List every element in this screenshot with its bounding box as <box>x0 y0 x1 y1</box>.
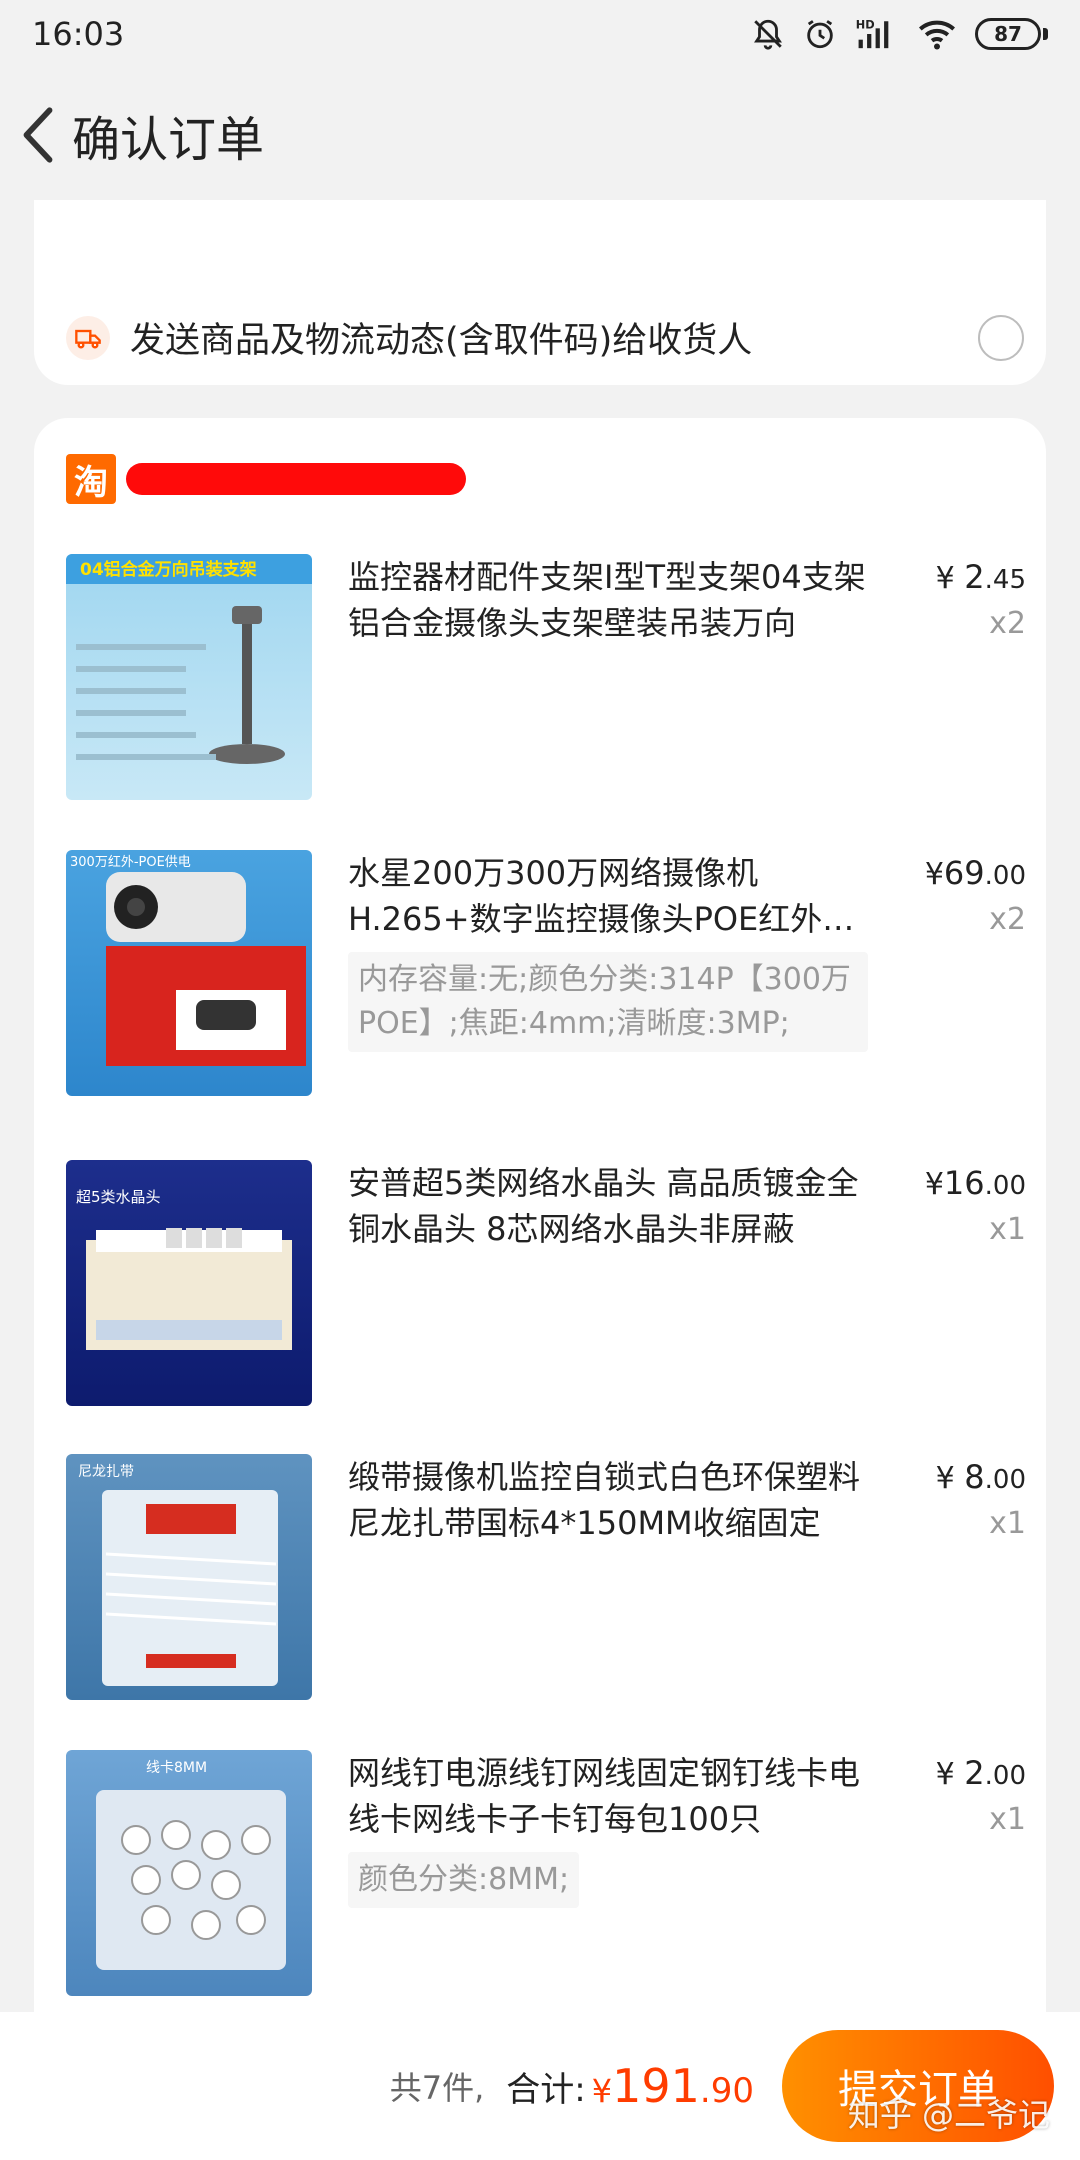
cable-tie-image-icon: 尼龙扎带 <box>78 1464 278 1686</box>
total-label: 合计: <box>506 2069 586 2110</box>
thumb-caption: 300万红外-POE供电 <box>70 854 191 870</box>
share-logistics-row[interactable]: 发送商品及物流动态(含取件码)给收货人 <box>66 312 1024 363</box>
item-thumbnail[interactable]: 尼龙扎带 <box>66 1454 312 1700</box>
alarm-icon <box>807 20 833 49</box>
item-price: ¥ 2.45 <box>935 558 1026 596</box>
truck-badge <box>66 315 110 360</box>
item-thumbnail[interactable]: 超5类水晶头 <box>66 1160 312 1406</box>
connector-image-icon: 超5类水晶头 <box>76 1188 292 1350</box>
taobao-logo: 淘 <box>66 454 116 504</box>
shop-name-redacted <box>126 463 466 495</box>
item-title: 安普超5类网络水晶头 高品质镀金全铜水晶头 8芯网络水晶头非屏蔽 <box>348 1164 859 1248</box>
item-quantity: x1 <box>989 1212 1026 1247</box>
item-title: 监控器材配件支架I型T型支架04支架铝合金摄像头支架壁装吊装万向 <box>348 558 866 642</box>
thumb-caption: 线卡8MM <box>146 1760 207 1776</box>
share-logistics-label: 发送商品及物流动态(含取件码)给收货人 <box>130 321 753 361</box>
item-thumbnail[interactable]: 04铝合金万向吊装支架 <box>66 554 312 800</box>
status-icons: HD 87 <box>751 17 1048 51</box>
thumb-caption: 04铝合金万向吊装支架 <box>80 559 257 580</box>
order-item[interactable]: 线卡8MM 网线钉电源线钉网线固定钢钉线卡电线卡网线卡子卡钉每包100只 ¥ 2… <box>66 1750 1026 2000</box>
share-logistics-card: 发送商品及物流动态(含取件码)给收货人 <box>34 200 1046 385</box>
order-item[interactable]: 300万红外-POE供电 水星200万300万网络摄像机H.265+数字监控摄像… <box>66 850 1026 1100</box>
item-price: ¥ 2.00 <box>935 1754 1026 1792</box>
status-bar: 16:03 HD 87 <box>0 0 1080 68</box>
order-item[interactable]: 超5类水晶头 安普超5类网络水晶头 高品质镀金全铜水晶头 8芯网络水晶头非屏蔽 … <box>66 1160 1026 1410</box>
mute-bell-icon <box>754 19 782 50</box>
signal-icon: HD <box>856 17 889 49</box>
item-title: 网线钉电源线钉网线固定钢钉线卡电线卡网线卡子卡钉每包100只 <box>348 1754 861 1838</box>
chevron-left-icon <box>23 107 53 163</box>
item-count: 共7件, <box>389 2069 485 2107</box>
item-price: ¥ 8.00 <box>935 1458 1026 1496</box>
truck-icon <box>75 329 101 348</box>
item-price: ¥16.00 <box>924 1164 1026 1202</box>
item-thumbnail[interactable]: 300万红外-POE供电 <box>66 850 312 1096</box>
status-time: 16:03 <box>32 15 125 53</box>
order-item[interactable]: 04铝合金万向吊装支架 监控器材配件支架I型T型支架04支架铝合金摄像头支架壁装… <box>66 554 1026 804</box>
battery-indicator: 87 <box>975 18 1048 50</box>
item-quantity: x2 <box>989 902 1026 937</box>
back-button[interactable] <box>6 85 70 185</box>
checkout-bar: 共7件, 合计: ¥191.90 提交订单 <box>0 2012 1080 2160</box>
item-title: 缎带摄像机监控自锁式白色环保塑料尼龙扎带国标4*150MM收缩固定 <box>348 1458 861 1542</box>
svg-text:HD: HD <box>856 17 875 31</box>
shop-header[interactable]: 淘 <box>66 454 466 504</box>
item-title: 水星200万300万网络摄像机H.265+数字监控摄像头POE红外50… <box>348 854 823 938</box>
cable-clip-image-icon: 线卡8MM <box>96 1760 286 1970</box>
bracket-image-icon: 04铝合金万向吊装支架 <box>66 554 312 764</box>
total-amount: ¥191.90 <box>591 2059 754 2113</box>
item-spec: 内存容量:无;颜色分类:314P【300万POE】;焦距:4mm;清晰度:3MP… <box>348 952 868 1052</box>
order-card: 淘 04铝合金万向吊装支架 监控器材配件支架I型T型支架04支架铝合金摄像头支架… <box>34 418 1046 2038</box>
item-price: ¥69.00 <box>924 854 1026 892</box>
item-thumbnail[interactable]: 线卡8MM <box>66 1750 312 1996</box>
page-title: 确认订单 <box>72 112 265 168</box>
thumb-caption: 超5类水晶头 <box>76 1188 161 1206</box>
item-quantity: x2 <box>989 606 1026 641</box>
wifi-icon <box>919 20 955 50</box>
battery-level: 87 <box>994 22 1022 46</box>
share-radio[interactable] <box>978 314 1024 361</box>
order-item[interactable]: 尼龙扎带 缎带摄像机监控自锁式白色环保塑料尼龙扎带国标4*150MM收缩固定 ¥… <box>66 1454 1026 1704</box>
thumb-caption: 尼龙扎带 <box>78 1464 134 1480</box>
nav-bar: 确认订单 <box>0 80 1080 190</box>
item-spec: 颜色分类:8MM; <box>348 1852 580 1908</box>
item-quantity: x1 <box>989 1802 1026 1837</box>
item-quantity: x1 <box>989 1506 1026 1541</box>
watermark: 知乎 @二爷记 <box>847 2096 1050 2134</box>
camera-image-icon: 300万红外-POE供电 <box>70 854 306 1066</box>
